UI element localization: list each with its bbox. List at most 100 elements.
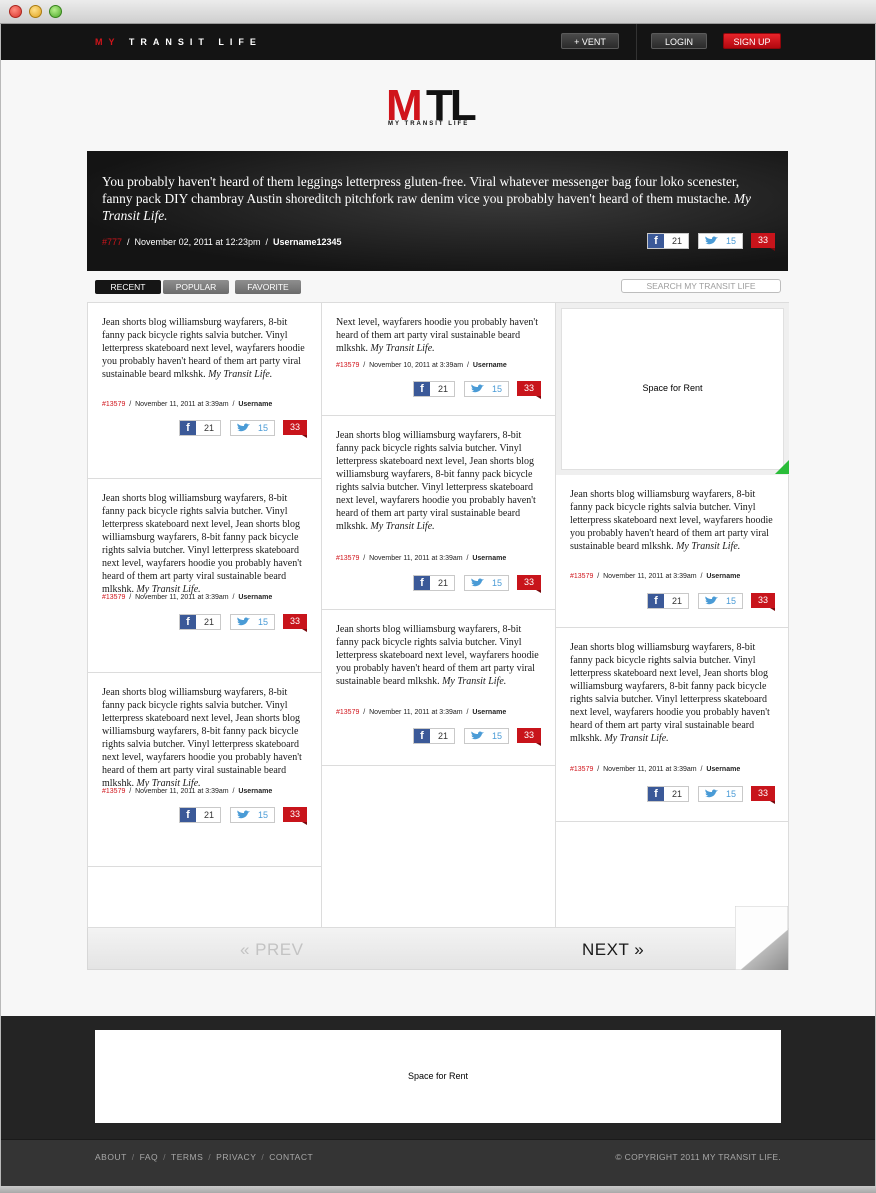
twitter-share-button[interactable]: 15 — [230, 614, 275, 630]
comment-count-button[interactable]: 33 — [283, 420, 307, 438]
post-id-link[interactable]: #13579 — [102, 788, 125, 795]
post-card: Jean shorts blog williamsburg wayfarers,… — [322, 610, 555, 766]
post-username[interactable]: Username — [238, 788, 272, 795]
twitter-share-button[interactable]: 15 — [698, 593, 743, 609]
post-signature: My Transit Life. — [370, 521, 435, 532]
facebook-share-button[interactable]: f 21 — [179, 614, 221, 630]
comment-count-button[interactable]: 33 — [517, 575, 541, 593]
tab-favorite[interactable]: FAVORITE — [235, 280, 301, 294]
facebook-icon: f — [648, 234, 664, 248]
brand-wordmark[interactable]: MY TRANSIT LIFE — [95, 37, 262, 47]
signup-button[interactable]: SIGN UP — [723, 33, 781, 49]
footer-link-privacy[interactable]: PRIVACY — [216, 1152, 256, 1162]
post-meta: #13579 / November 11, 2011 at 3:39am / U… — [102, 401, 273, 408]
comment-count-button[interactable]: 33 — [283, 614, 307, 632]
prev-page-link[interactable]: « PREV — [240, 940, 303, 960]
page: MY TRANSIT LIFE + VENT LOGIN SIGN UP M T… — [1, 24, 875, 1186]
facebook-share-button[interactable]: f 21 — [647, 593, 689, 609]
facebook-share-button[interactable]: f 21 — [413, 575, 455, 591]
post-signature: My Transit Life. — [676, 541, 741, 552]
sidebar-ad[interactable]: Space for Rent — [561, 308, 784, 470]
twitter-count: 15 — [257, 617, 268, 627]
post-meta: #13579 / November 11, 2011 at 3:39am / U… — [102, 594, 273, 601]
twitter-count: 15 — [491, 731, 502, 741]
post-username[interactable]: Username — [706, 573, 740, 580]
facebook-count: 21 — [671, 596, 682, 606]
facebook-count: 21 — [203, 617, 214, 627]
twitter-share-button[interactable]: 15 — [464, 728, 509, 744]
tab-recent[interactable]: RECENT — [95, 280, 161, 294]
vent-button[interactable]: + VENT — [561, 33, 619, 49]
twitter-share-button[interactable]: 15 — [698, 786, 743, 802]
facebook-share-button[interactable]: f 21 — [179, 420, 221, 436]
facebook-share-button[interactable]: f 21 — [647, 786, 689, 802]
footer-link-faq[interactable]: FAQ — [140, 1152, 159, 1162]
browser-titlebar — [0, 0, 876, 24]
footer-ad[interactable]: Space for Rent — [95, 1030, 781, 1123]
facebook-icon: f — [648, 594, 664, 608]
footer-link-about[interactable]: ABOUT — [95, 1152, 127, 1162]
window-zoom-button[interactable] — [49, 5, 62, 18]
post-username[interactable]: Username — [472, 555, 506, 562]
facebook-count: 21 — [437, 578, 448, 588]
footer-link-terms[interactable]: TERMS — [171, 1152, 203, 1162]
post-id-link[interactable]: #13579 — [570, 766, 593, 773]
post-text: Jean shorts blog williamsburg wayfarers,… — [336, 430, 536, 532]
window-close-button[interactable] — [9, 5, 22, 18]
comment-count-button[interactable]: 33 — [283, 807, 307, 825]
footer-link-separator: / — [261, 1152, 265, 1162]
post-date: November 11, 2011 at 3:39am — [135, 401, 229, 408]
post-id-link[interactable]: #13579 — [102, 401, 125, 408]
twitter-share-button[interactable]: 15 — [464, 575, 509, 591]
footer-link-separator: / — [208, 1152, 212, 1162]
twitter-share-button[interactable]: 15 — [464, 381, 509, 397]
site-logo[interactable]: M TL MY TRANSIT LIFE — [386, 84, 490, 132]
facebook-icon: f — [180, 421, 196, 435]
facebook-share-button[interactable]: f 21 — [413, 728, 455, 744]
comment-count-button[interactable]: 33 — [751, 233, 775, 251]
post-date: November 11, 2011 at 3:39am — [369, 555, 463, 562]
search-input[interactable]: SEARCH MY TRANSIT LIFE — [621, 279, 781, 293]
post-meta: #13579 / November 11, 2011 at 3:39am / U… — [102, 788, 273, 795]
post-text: Jean shorts blog williamsburg wayfarers,… — [102, 493, 302, 595]
post-id-link[interactable]: #13579 — [102, 594, 125, 601]
facebook-share-button[interactable]: f 21 — [413, 381, 455, 397]
post-id-link[interactable]: #13579 — [570, 573, 593, 580]
window-minimize-button[interactable] — [29, 5, 42, 18]
post-meta: #13579 / November 11, 2011 at 3:39am / U… — [570, 766, 741, 773]
post-username[interactable]: Username12345 — [273, 237, 342, 247]
twitter-count: 15 — [725, 789, 736, 799]
twitter-share-button[interactable]: 15 — [230, 420, 275, 436]
post-username[interactable]: Username — [706, 766, 740, 773]
footer-link-contact[interactable]: CONTACT — [269, 1152, 313, 1162]
comment-count-button[interactable]: 33 — [751, 786, 775, 804]
post-username[interactable]: Username — [238, 594, 272, 601]
post-username[interactable]: Username — [238, 401, 272, 408]
next-page-link[interactable]: NEXT » — [582, 940, 644, 960]
comment-count-button[interactable]: 33 — [751, 593, 775, 611]
post-id-link[interactable]: #13579 — [336, 362, 359, 369]
twitter-share-button[interactable]: 15 — [230, 807, 275, 823]
post-text: Jean shorts blog williamsburg wayfarers,… — [570, 642, 770, 744]
post-username[interactable]: Username — [473, 362, 507, 369]
tab-popular[interactable]: POPULAR — [163, 280, 229, 294]
post-id-link[interactable]: #777 — [102, 237, 122, 247]
facebook-share-button[interactable]: f 21 — [647, 233, 689, 249]
facebook-count: 21 — [437, 731, 448, 741]
post-id-link[interactable]: #13579 — [336, 555, 359, 562]
login-button[interactable]: LOGIN — [651, 33, 707, 49]
post-date: November 11, 2011 at 3:39am — [135, 594, 229, 601]
share-bar: f 21 15 33 — [413, 728, 541, 746]
post-id-link[interactable]: #13579 — [336, 709, 359, 716]
facebook-icon: f — [648, 787, 664, 801]
facebook-share-button[interactable]: f 21 — [179, 807, 221, 823]
twitter-share-button[interactable]: 15 — [698, 233, 743, 249]
post-text: Jean shorts blog williamsburg wayfarers,… — [570, 489, 773, 552]
post-card: Jean shorts blog williamsburg wayfarers,… — [88, 673, 321, 867]
comment-count-button[interactable]: 33 — [517, 381, 541, 399]
share-bar: f 21 15 33 — [179, 807, 307, 825]
comment-count-button[interactable]: 33 — [517, 728, 541, 746]
facebook-icon: f — [414, 382, 430, 396]
post-text: Jean shorts blog williamsburg wayfarers,… — [336, 624, 539, 687]
post-username[interactable]: Username — [472, 709, 506, 716]
